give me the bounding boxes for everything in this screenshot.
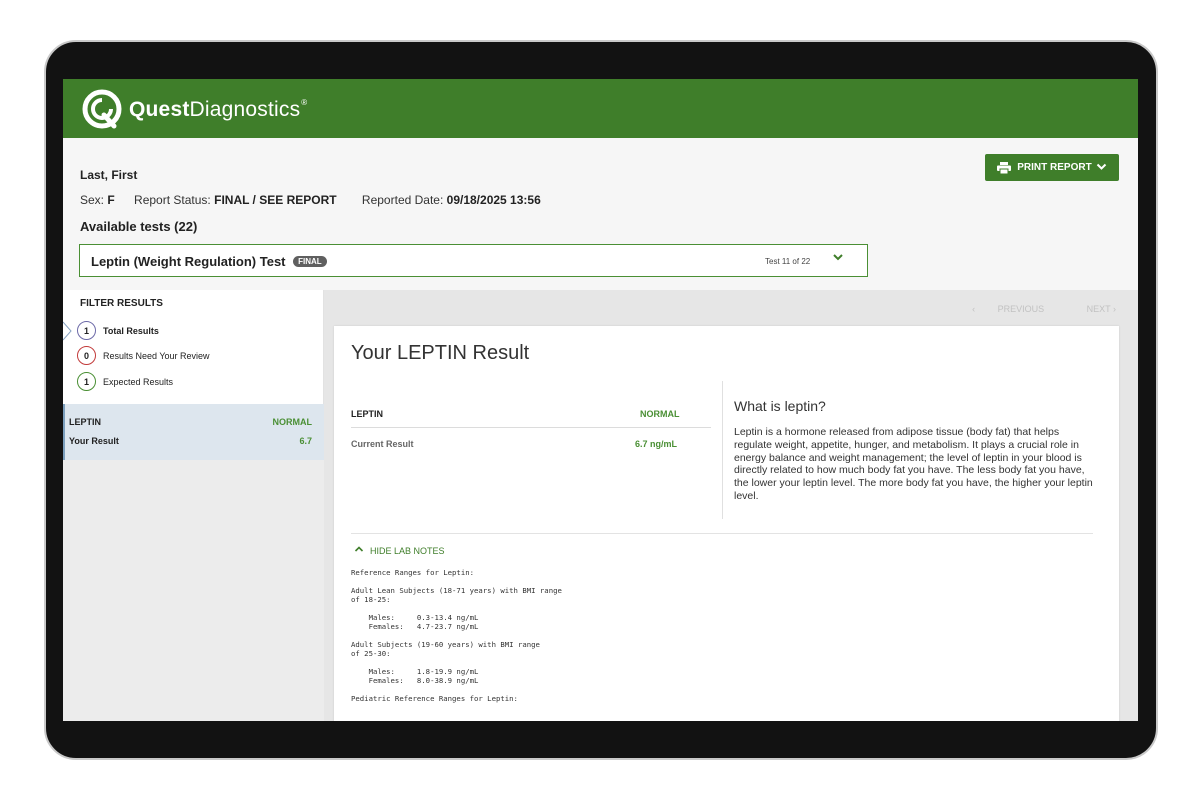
sex-label: Sex: <box>80 193 105 207</box>
date-label: Reported Date: <box>361 193 444 207</box>
registered-mark: ® <box>301 97 308 107</box>
filter-results-panel: FILTER RESULTS 1 Total Results 0 Results… <box>63 290 324 404</box>
result-status: NORMAL <box>640 409 680 419</box>
logo-name-regular: Diagnostics <box>189 97 301 121</box>
result-title: Your LEPTIN Result <box>351 342 530 364</box>
chevron-down-icon <box>1096 162 1107 174</box>
current-result-value: 6.7 ng/mL <box>635 439 678 449</box>
app-screen: QuestDiagnostics® Last, First Sex: F Rep… <box>63 79 1138 721</box>
sidebar: FILTER RESULTS 1 Total Results 0 Results… <box>63 290 324 721</box>
result-table-header: LEPTIN NORMAL <box>351 406 711 428</box>
filter-needs-review[interactable]: 0 Results Need Your Review <box>77 346 210 365</box>
available-tests-heading: Available tests (22) <box>80 219 198 234</box>
filter-results-title: FILTER RESULTS <box>80 298 163 309</box>
logo-wordmark: QuestDiagnostics® <box>129 97 308 121</box>
previous-button[interactable]: ‹ PREVIOUS <box>972 304 1044 314</box>
result-pane: ‹ PREVIOUS NEXT › Your LEPTIN Result LEP… <box>324 290 1138 721</box>
report-header: Last, First Sex: F Report Status: FINAL … <box>63 138 1138 290</box>
sidebar-result-value: 6.7 <box>299 436 312 446</box>
sex-value: F <box>107 193 115 207</box>
divider <box>351 533 1093 534</box>
divider <box>722 381 723 519</box>
patient-name: Last, First <box>80 168 138 182</box>
chevron-up-icon <box>354 545 364 556</box>
sidebar-analyte: LEPTIN <box>69 417 102 427</box>
print-report-button[interactable]: PRINT REPORT <box>985 154 1119 181</box>
print-report-label: PRINT REPORT <box>1017 162 1092 173</box>
chevron-down-icon[interactable] <box>832 251 844 265</box>
lab-notes: Reference Ranges for Leptin: Adult Lean … <box>351 568 562 703</box>
next-label: NEXT <box>1086 304 1111 314</box>
review-count-badge: 0 <box>77 346 96 365</box>
result-table: LEPTIN NORMAL Current Result 6.7 ng/mL <box>351 406 711 458</box>
date-value: 09/18/2025 13:56 <box>446 193 541 207</box>
current-test-name: Leptin (Weight Regulation) Test <box>91 254 286 269</box>
sidebar-result-leptin[interactable]: LEPTIN NORMAL Your Result 6.7 <box>63 404 324 460</box>
previous-label: PREVIOUS <box>997 304 1045 314</box>
hide-lab-notes-label: HIDE LAB NOTES <box>370 545 445 556</box>
sidebar-status: NORMAL <box>272 417 313 427</box>
total-count-badge: 1 <box>77 321 96 340</box>
needs-review-label: Results Need Your Review <box>103 350 210 361</box>
expected-count-badge: 1 <box>77 372 96 391</box>
top-bar: QuestDiagnostics® <box>63 79 1138 138</box>
status-value: FINAL / SEE REPORT <box>214 193 337 207</box>
test-counter: Test 11 of 22 <box>765 257 811 266</box>
chevron-right-icon <box>63 321 72 341</box>
result-card: Your LEPTIN Result LEPTIN NORMAL Current… <box>334 326 1119 721</box>
pager: ‹ PREVIOUS NEXT › <box>952 304 1116 314</box>
current-result-label: Current Result <box>351 439 414 449</box>
test-selector-name: Leptin (Weight Regulation) Test FINAL <box>91 254 327 269</box>
printer-icon <box>997 161 1012 174</box>
info-text: Leptin is a hormone released from adipos… <box>734 426 1093 502</box>
info-title: What is leptin? <box>734 398 826 414</box>
filter-expected-results[interactable]: 1 Expected Results <box>77 372 173 391</box>
final-badge: FINAL <box>293 256 327 267</box>
result-row: Current Result 6.7 ng/mL <box>351 428 711 458</box>
logo-name-bold: Quest <box>129 97 190 121</box>
status-label: Report Status: <box>134 193 211 207</box>
sidebar-result-label: Your Result <box>69 436 119 446</box>
quest-logo[interactable]: QuestDiagnostics® <box>81 88 307 130</box>
result-analyte: LEPTIN <box>351 409 384 419</box>
hide-lab-notes-toggle[interactable]: HIDE LAB NOTES <box>354 545 445 556</box>
next-button[interactable]: NEXT › <box>1067 304 1116 314</box>
quest-logo-icon <box>82 89 122 129</box>
expected-results-label: Expected Results <box>103 376 174 387</box>
report-meta: Sex: F Report Status: FINAL / SEE REPORT… <box>80 193 541 207</box>
filter-total-results[interactable]: 1 Total Results <box>77 321 159 340</box>
test-selector[interactable]: Leptin (Weight Regulation) Test FINAL Te… <box>79 244 868 277</box>
total-results-label: Total Results <box>103 325 159 336</box>
